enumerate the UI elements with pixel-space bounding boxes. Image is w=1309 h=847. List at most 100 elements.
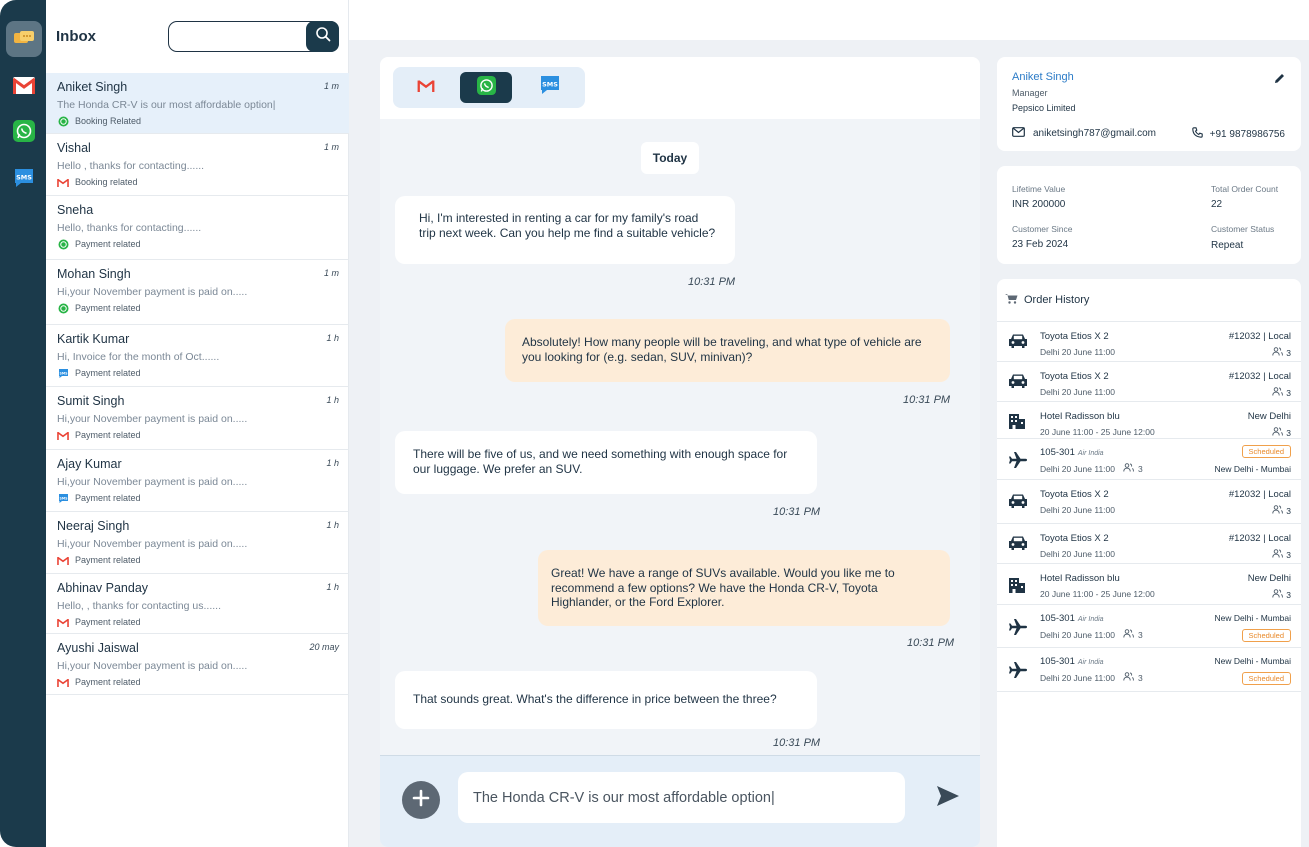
conversation-preview: Hello , thanks for contacting......	[57, 160, 205, 172]
message-time: 10:31 PM	[688, 276, 736, 288]
sms-icon: SMS	[57, 492, 69, 504]
whatsapp-icon	[57, 238, 69, 250]
conversation-tag: SMS Payment related	[57, 367, 141, 379]
rail-item-all-chats[interactable]	[6, 21, 42, 57]
conversation-time: 20 may	[309, 642, 339, 652]
passengers-icon	[1272, 347, 1284, 358]
conversation-item[interactable]: Vishal 1 m Hello , thanks for contacting..…	[46, 134, 349, 196]
customer-status-label: Customer Status	[1211, 224, 1275, 234]
order-name: Toyota Etios X 2	[1040, 533, 1109, 544]
lifetime-value-label: Lifetime Value	[1012, 184, 1066, 194]
tab-whatsapp[interactable]	[460, 72, 512, 103]
conversation-item[interactable]: Ayushi Jaiswal 20 may Hi,your November pay…	[46, 634, 349, 695]
rail-item-sms[interactable]: SMS	[6, 160, 42, 196]
hotel-icon	[1008, 576, 1026, 599]
conversation-preview: Hello, , thanks for contacting us......	[57, 600, 221, 612]
sms-icon: SMS	[539, 74, 561, 101]
lifetime-value: INR 200000	[1012, 199, 1066, 210]
conversation-item[interactable]: Kartik Kumar 1 h Hi, Invoice for the month…	[46, 325, 349, 387]
conversation-item[interactable]: Neeraj Singh 1 h Hi,your November payment …	[46, 512, 349, 574]
search-input[interactable]	[177, 28, 297, 46]
airline-name: Air India	[1077, 659, 1104, 666]
car-icon	[1008, 535, 1028, 556]
order-item[interactable]: Toyota Etios X 2 Delhi 20 June 11:00 #1203…	[997, 480, 1301, 524]
conversation-item[interactable]: Sneha Hello, thanks for contacting...... P…	[46, 196, 349, 260]
conversation-tag-label: Booking Related	[75, 116, 142, 126]
conversation-tag-label: Booking related	[75, 177, 138, 187]
send-icon	[936, 785, 960, 812]
flight-number: 105-301	[1040, 447, 1075, 458]
conversation-item[interactable]: Sumit Singh 1 h Hi,your November payment i…	[46, 387, 349, 450]
message-time: 10:31 PM	[903, 394, 951, 406]
conversation-tag-label: Payment related	[75, 677, 141, 687]
conversation-item[interactable]: Abhinav Panday 1 h Hello, , thanks for con…	[46, 574, 349, 634]
conversation-list: Aniket Singh 1 m The Honda CR-V is our mos…	[46, 73, 349, 695]
status-badge: Scheduled	[1241, 629, 1291, 642]
order-item[interactable]: 105-301 Air India Delhi 20 June 11:00 3 New …	[997, 648, 1301, 692]
contact-email-row: aniketsingh787@gmail.com	[1012, 127, 1156, 140]
conversation-time: 1 h	[326, 333, 339, 343]
conversation-tag: Payment related	[57, 302, 141, 314]
whatsapp-icon	[476, 75, 496, 100]
rail-item-gmail[interactable]	[6, 67, 42, 103]
whatsapp-icon	[57, 115, 69, 127]
order-datetime: 20 June 11:00 - 25 June 12:00	[1040, 427, 1155, 437]
sms-icon: SMS	[57, 367, 69, 379]
passenger-count: 3	[1137, 672, 1143, 683]
search-box	[168, 21, 339, 52]
conversation-tag: Payment related	[57, 238, 141, 250]
conversation-item[interactable]: Ajay Kumar 1 h Hi,your November payment is…	[46, 450, 349, 512]
conversation-preview: Hi,your November payment is paid on.....	[57, 413, 248, 425]
edit-icon[interactable]	[1274, 71, 1285, 89]
order-item[interactable]: 105-301 Air India Delhi 20 June 11:00 3 New …	[997, 605, 1301, 648]
tab-sms[interactable]: SMS	[524, 72, 576, 103]
order-item[interactable]: 105-301 Air India Delhi 20 June 11:00 3 Sche…	[997, 439, 1301, 480]
tab-gmail[interactable]	[400, 72, 452, 103]
contact-phone: +91 9878986756	[1209, 128, 1285, 140]
order-ref: #12032 | Local	[1228, 371, 1291, 382]
conversation-tag: Payment related	[57, 554, 141, 566]
order-item[interactable]: Hotel Radisson blu 20 June 11:00 - 25 Jun…	[997, 564, 1301, 605]
customer-since: 23 Feb 2024	[1012, 239, 1069, 250]
flight-route: New Delhi - Mumbai	[1214, 656, 1291, 666]
order-datetime: Delhi 20 June 11:00	[1040, 347, 1115, 357]
conversation-name: Aniket Singh	[57, 80, 128, 94]
flight-route: New Delhi - Mumbai	[1214, 464, 1291, 474]
chat-header: SMS	[380, 57, 980, 119]
order-item[interactable]: Toyota Etios X 2 Delhi 20 June 11:00 #1203…	[997, 322, 1301, 362]
conversation-tag: Payment related	[57, 676, 141, 688]
conversation-item[interactable]: Aniket Singh 1 m The Honda CR-V is our mos…	[46, 73, 349, 134]
conversation-tag: Booking Related	[57, 115, 141, 127]
order-datetime: Delhi 20 June 11:00	[1040, 672, 1115, 683]
search-button[interactable]	[306, 21, 339, 52]
order-item[interactable]: Toyota Etios X 2 Delhi 20 June 11:00 #1203…	[997, 524, 1301, 564]
customer-status: Repeat	[1211, 240, 1244, 251]
flight-number: 105-301	[1040, 613, 1075, 624]
date-divider: Today	[641, 142, 699, 174]
message-bubble: Absolutely! How many people will be trav…	[505, 319, 950, 382]
order-history-title: Order History	[1024, 294, 1090, 306]
contact-name: Aniket Singh	[1012, 71, 1074, 83]
conversation-time: 1 h	[326, 395, 339, 405]
order-item[interactable]: Toyota Etios X 2 Delhi 20 June 11:00 #1203…	[997, 362, 1301, 402]
passengers-icon	[1272, 505, 1284, 516]
conversation-tag: Booking related	[57, 176, 138, 188]
sms-icon: SMS	[13, 167, 35, 189]
hotel-icon	[1008, 412, 1026, 435]
rail-item-whatsapp[interactable]	[6, 113, 42, 149]
order-ref: New Delhi	[1247, 573, 1291, 584]
passengers: 3	[1272, 589, 1291, 600]
message-input[interactable]	[458, 772, 905, 823]
order-item[interactable]: Hotel Radisson blu 20 June 11:00 - 25 Jun…	[997, 402, 1301, 439]
send-button[interactable]	[936, 785, 960, 812]
plane-icon	[1008, 661, 1028, 684]
phone-icon	[1191, 127, 1203, 141]
passengers-icon	[1123, 463, 1134, 474]
passengers: 3	[1272, 347, 1291, 358]
passenger-count: 3	[1137, 463, 1143, 474]
attach-button[interactable]	[402, 781, 440, 819]
conversation-name: Vishal	[57, 141, 91, 155]
conversation-item[interactable]: Mohan Singh 1 m Hi,your November payment i…	[46, 260, 349, 325]
car-icon	[1008, 373, 1028, 394]
order-name: Hotel Radisson blu	[1040, 573, 1120, 584]
